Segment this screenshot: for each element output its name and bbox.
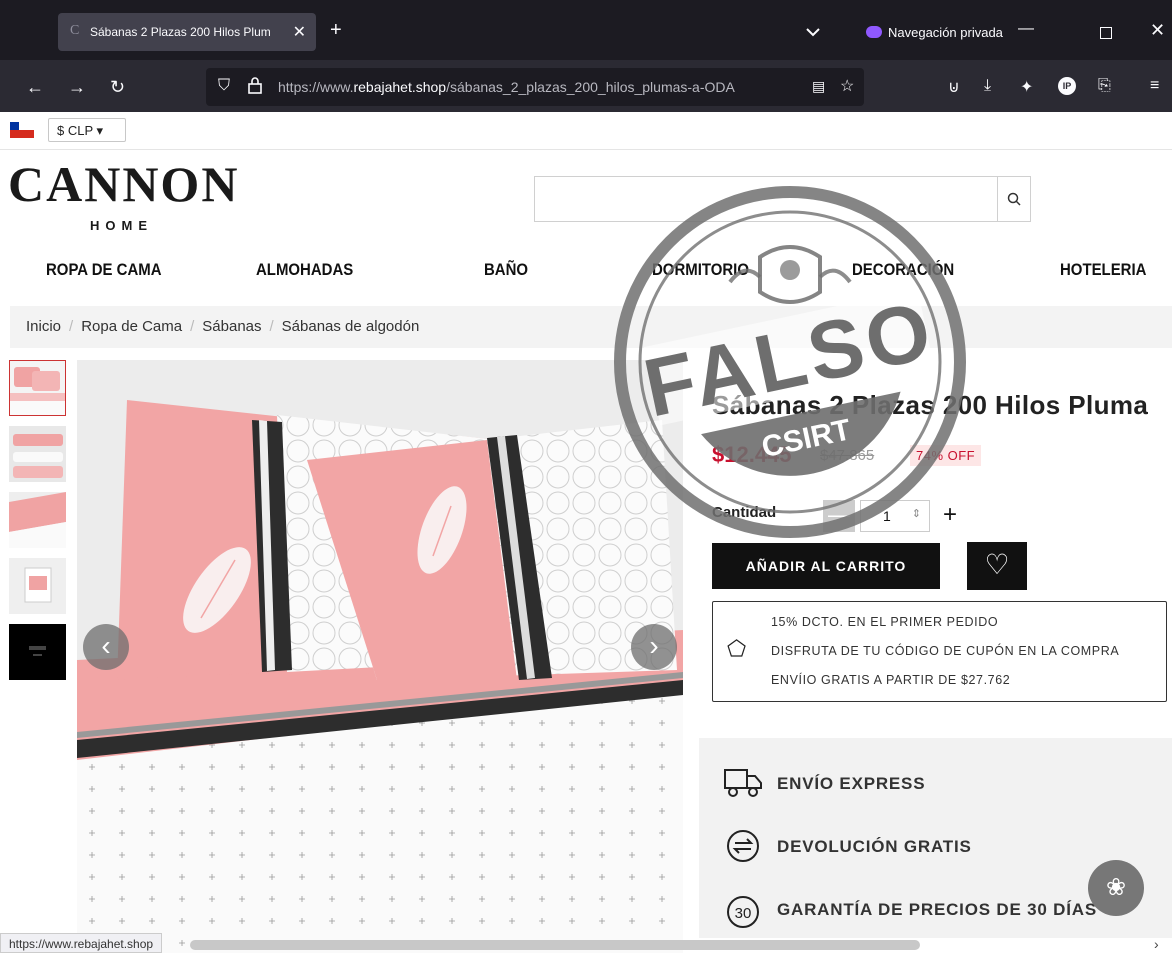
url-text[interactable]: https://www.rebajahet.shop/sábanas_2_pla… xyxy=(278,79,735,95)
add-to-cart-button[interactable]: AÑADIR AL CARRITO xyxy=(712,543,940,589)
breadcrumb-separator: / xyxy=(69,318,74,335)
heart-icon: ♡ xyxy=(984,549,1010,580)
svg-text:30: 30 xyxy=(735,905,752,922)
window-close-icon[interactable]: ✕ xyxy=(1150,20,1165,41)
gallery-next-arrow[interactable]: › xyxy=(631,624,677,670)
status-bar-url: https://www.rebajahet.shop xyxy=(0,933,163,953)
reload-icon[interactable]: ↻ xyxy=(110,78,125,96)
breadcrumb-item[interactable]: Sábanas de algodón xyxy=(282,318,420,335)
menu-item-hoteleria[interactable]: HOTELERIA xyxy=(1060,260,1146,280)
top-strip: $ CLP ▾ xyxy=(0,112,1172,150)
feature-garantia-precios: GARANTÍA DE PRECIOS DE 30 DÍAS xyxy=(777,900,1097,919)
maximize-icon[interactable] xyxy=(1100,27,1112,39)
reader-view-icon[interactable]: ▤ xyxy=(812,78,825,95)
minimize-icon[interactable]: — xyxy=(1018,20,1034,38)
wishlist-button[interactable]: ♡ xyxy=(967,542,1027,590)
lock-icon[interactable] xyxy=(248,76,262,99)
browser-tab[interactable]: C Sábanas 2 Plazas 200 Hilos Plum ✕ xyxy=(58,13,316,51)
gallery-thumbnail[interactable] xyxy=(9,492,66,548)
browser-tab-bar: C Sábanas 2 Plazas 200 Hilos Plum ✕ + Na… xyxy=(0,0,1172,60)
breadcrumb-item[interactable]: Ropa de Cama xyxy=(81,318,182,335)
breadcrumb-separator: / xyxy=(269,318,274,335)
scroll-right-icon[interactable]: › xyxy=(1154,936,1159,952)
horizontal-scrollbar[interactable] xyxy=(190,940,920,950)
menu-item-ropa-de-cama[interactable]: ROPA DE CAMA xyxy=(46,260,162,280)
breadcrumb-separator: / xyxy=(190,318,195,335)
brand-logo[interactable]: CANNON xyxy=(8,158,239,210)
breadcrumb: Inicio / Ropa de Cama / Sábanas / Sábanas de a… xyxy=(10,306,1172,348)
tab-favicon: C xyxy=(70,23,80,38)
shield-icon[interactable]: ⛉ xyxy=(218,77,230,95)
search-icon[interactable] xyxy=(997,176,1031,222)
extension-icon[interactable]: ✦ xyxy=(1020,77,1033,97)
breadcrumb-item[interactable]: Sábanas xyxy=(202,318,261,335)
forward-icon[interactable]: → xyxy=(68,78,86,96)
promo-box: ⬠ 15% DCTO. EN EL PRIMER PEDIDO DISFRUTA… xyxy=(712,601,1167,702)
promo-line: ENVÍIO GRATIS A PARTIR DE $27.762 xyxy=(771,673,1011,687)
back-icon[interactable]: ← xyxy=(26,78,44,96)
brand-logo-sub: HOME xyxy=(90,218,153,233)
private-label: Navegación privada xyxy=(888,25,1003,40)
feature-envio-express: ENVÍO EXPRESS xyxy=(777,774,926,793)
address-bar[interactable]: ⛉ https://www.rebajahet.shop/sábanas_2_p… xyxy=(206,68,864,106)
share-icon[interactable]: ⎘ xyxy=(1098,77,1111,95)
thirty-days-icon: 30 xyxy=(723,894,763,930)
breadcrumb-item[interactable]: Inicio xyxy=(26,318,61,335)
bookmark-star-icon[interactable]: ☆ xyxy=(840,76,854,96)
promo-line: DISFRUTA DE TU CÓDIGO DE CUPÓN EN LA COM… xyxy=(771,644,1120,658)
menu-item-almohadas[interactable]: ALMOHADAS xyxy=(256,260,353,280)
feature-devolucion-gratis: DEVOLUCIÓN GRATIS xyxy=(777,837,972,856)
currency-selector[interactable]: $ CLP ▾ xyxy=(48,118,126,142)
product-main-image[interactable]: ‹ › xyxy=(77,360,683,953)
url-domain: rebajahet.shop xyxy=(353,79,447,95)
web-page: $ CLP ▾ CANNON HOME ROPA DE CAMA ALMOHAD… xyxy=(0,112,1172,953)
paw-widget-button[interactable]: ❀ xyxy=(1088,860,1144,916)
promo-line: 15% DCTO. EN EL PRIMER PEDIDO xyxy=(771,615,999,629)
url-path: /sábanas_2_plazas_200_hilos_plumas-a-ODA xyxy=(446,79,735,95)
browser-nav-bar: ← → ↻ ⛉ https://www.rebajahet.shop/sában… xyxy=(0,60,1172,112)
gallery-prev-arrow[interactable]: ‹ xyxy=(83,624,129,670)
gallery-thumbnail[interactable] xyxy=(9,426,66,482)
gallery-thumbnail-video[interactable] xyxy=(9,624,66,680)
menu-item-bano[interactable]: BAÑO xyxy=(484,260,528,280)
pocket-icon[interactable]: ⊍ xyxy=(948,77,960,97)
url-prefix: https://www. xyxy=(278,79,354,95)
new-tab-icon[interactable]: + xyxy=(330,20,342,40)
stamp-word: FALSO xyxy=(637,285,943,435)
gallery-thumbnail[interactable] xyxy=(9,360,66,416)
private-browsing-indicator: Navegación privada xyxy=(866,25,1003,40)
tab-close-icon[interactable]: ✕ xyxy=(293,22,306,42)
return-arrows-icon xyxy=(723,828,763,864)
private-mask-icon xyxy=(866,26,882,38)
tab-title: Sábanas 2 Plazas 200 Hilos Plum xyxy=(90,25,271,39)
ip-extension-icon[interactable]: IP xyxy=(1058,77,1076,95)
delivery-truck-icon xyxy=(723,766,763,802)
price-tag-icon: ⬠ xyxy=(727,636,747,661)
chile-flag-icon[interactable] xyxy=(10,122,34,138)
falso-warning-stamp: FALSO CSIRT xyxy=(610,182,970,542)
downloads-icon[interactable]: ⤓ xyxy=(984,77,991,95)
menu-icon[interactable]: ≡ xyxy=(1150,77,1159,95)
gallery-thumbnail[interactable] xyxy=(9,558,66,614)
list-all-tabs-icon[interactable] xyxy=(806,24,820,42)
